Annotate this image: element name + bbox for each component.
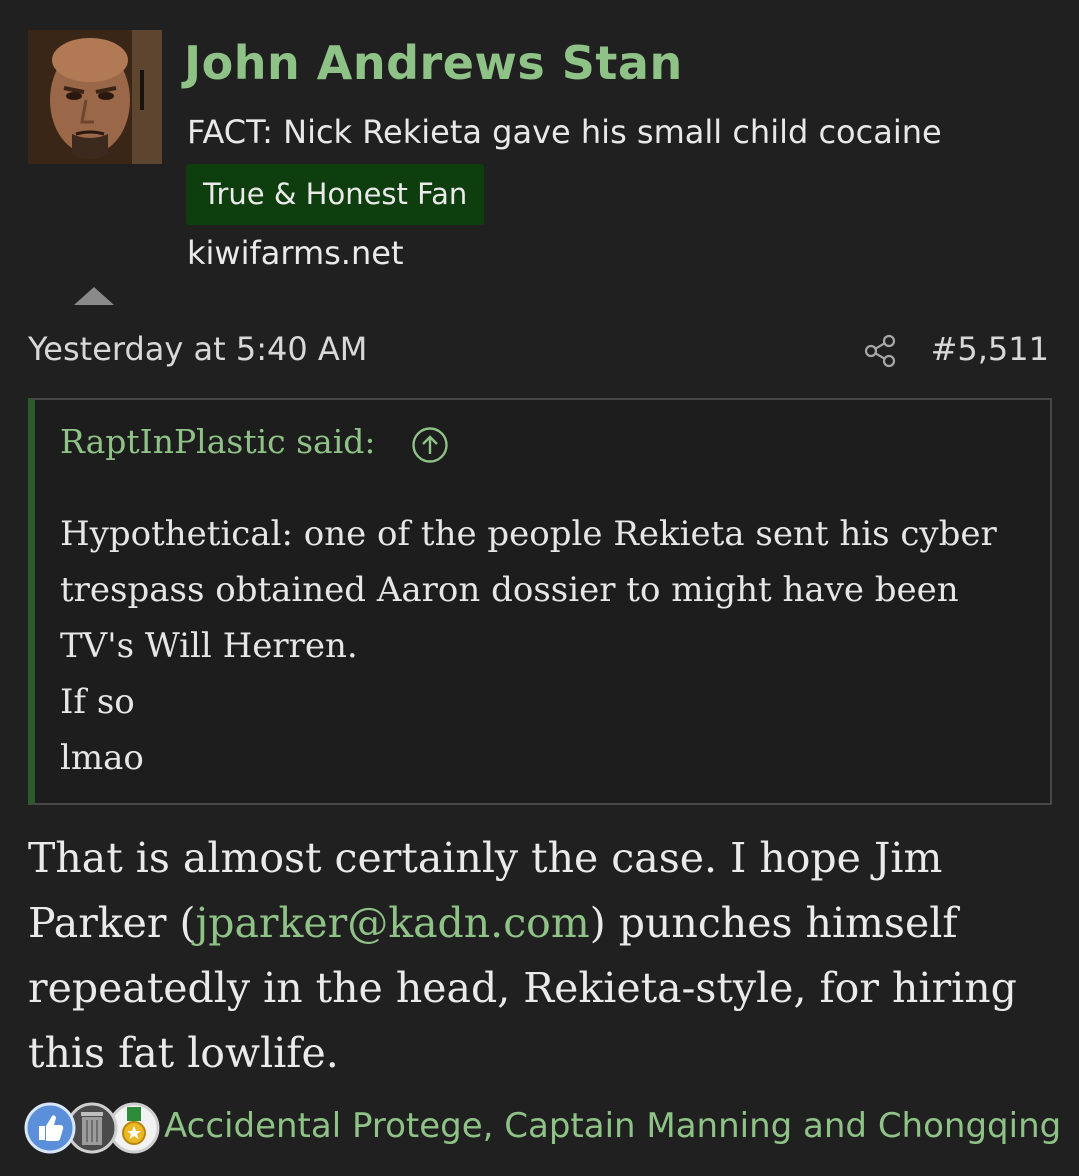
- user-banner: True & Honest Fan: [186, 164, 485, 225]
- quote-block: RaptInPlastic said: Hypothetical: one of…: [28, 398, 1052, 805]
- quote-line: lmao: [60, 738, 144, 778]
- message-body: That is almost certainly the case. I hop…: [28, 826, 1048, 1086]
- user-site: kiwifarms.net: [187, 234, 404, 272]
- author-name[interactable]: John Andrews Stan: [184, 36, 683, 90]
- quote-line: If so: [60, 682, 135, 722]
- reaction-users[interactable]: Accidental Protege, Captain Manning and …: [164, 1106, 1061, 1146]
- post-number[interactable]: #5,511: [931, 330, 1049, 368]
- post-container: John Andrews Stan FACT: Nick Rekieta gav…: [0, 0, 1079, 1176]
- arrow-up-circle-icon[interactable]: [411, 426, 449, 464]
- quote-line: TV's Will Herren.: [60, 626, 358, 666]
- avatar-image: [28, 30, 162, 164]
- quote-body: Hypothetical: one of the people Rekieta …: [60, 506, 1050, 786]
- triangle-up-icon[interactable]: [74, 287, 114, 305]
- avatar[interactable]: [28, 30, 162, 164]
- post-date[interactable]: Yesterday at 5:40 AM: [28, 330, 367, 368]
- thumbs-up-icon: [24, 1102, 76, 1154]
- quote-line: Hypothetical: one of the people Rekieta …: [60, 514, 997, 554]
- email-link[interactable]: jparker@kadn.com: [196, 899, 590, 947]
- reaction-icons[interactable]: [24, 1102, 160, 1156]
- quote-author[interactable]: RaptInPlastic said:: [60, 422, 376, 461]
- user-title: FACT: Nick Rekieta gave his small child …: [187, 113, 942, 151]
- share-icon[interactable]: [862, 333, 898, 369]
- quote-line: trespass obtained Aaron dossier to might…: [60, 570, 959, 610]
